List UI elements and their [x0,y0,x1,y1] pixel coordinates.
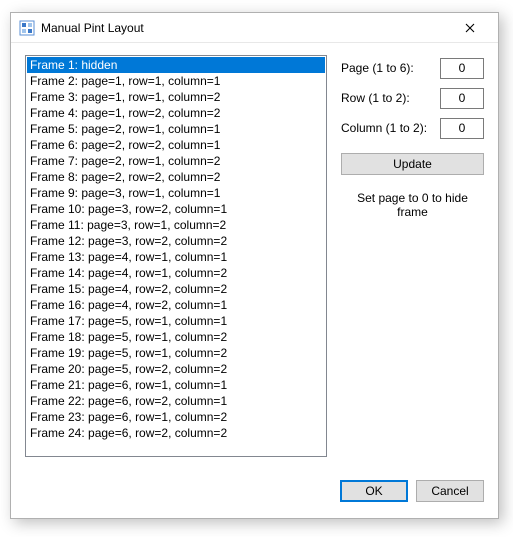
page-label: Page (1 to 6): [341,61,414,75]
titlebar: Manual Pint Layout [11,13,498,43]
list-item[interactable]: Frame 1: hidden [27,57,325,73]
list-item[interactable]: Frame 3: page=1, row=1, column=2 [27,89,325,105]
row-input[interactable] [440,88,484,109]
list-item[interactable]: Frame 8: page=2, row=2, column=2 [27,169,325,185]
list-item[interactable]: Frame 23: page=6, row=1, column=2 [27,409,325,425]
list-item[interactable]: Frame 4: page=1, row=2, column=2 [27,105,325,121]
side-panel: Page (1 to 6): Row (1 to 2): Column (1 t… [341,55,484,466]
list-item[interactable]: Frame 12: page=3, row=2, column=2 [27,233,325,249]
list-item[interactable]: Frame 6: page=2, row=2, column=1 [27,137,325,153]
window-title: Manual Pint Layout [41,21,450,35]
hint-text: Set page to 0 to hide frame [341,191,484,219]
list-item[interactable]: Frame 17: page=5, row=1, column=1 [27,313,325,329]
cancel-button[interactable]: Cancel [416,480,484,502]
update-button[interactable]: Update [341,153,484,175]
list-item[interactable]: Frame 2: page=1, row=1, column=1 [27,73,325,89]
list-item[interactable]: Frame 18: page=5, row=1, column=2 [27,329,325,345]
list-item[interactable]: Frame 24: page=6, row=2, column=2 [27,425,325,441]
list-item[interactable]: Frame 9: page=3, row=1, column=1 [27,185,325,201]
list-item[interactable]: Frame 21: page=6, row=1, column=1 [27,377,325,393]
list-item[interactable]: Frame 7: page=2, row=1, column=2 [27,153,325,169]
dialog-footer: OK Cancel [11,474,498,518]
column-input[interactable] [440,118,484,139]
list-item[interactable]: Frame 11: page=3, row=1, column=2 [27,217,325,233]
list-item[interactable]: Frame 13: page=4, row=1, column=1 [27,249,325,265]
page-input[interactable] [440,58,484,79]
list-item[interactable]: Frame 5: page=2, row=1, column=1 [27,121,325,137]
frame-listbox[interactable]: Frame 1: hiddenFrame 2: page=1, row=1, c… [25,55,327,457]
row-label: Row (1 to 2): [341,91,410,105]
list-item[interactable]: Frame 19: page=5, row=1, column=2 [27,345,325,361]
list-item[interactable]: Frame 14: page=4, row=1, column=2 [27,265,325,281]
dialog-window: Manual Pint Layout Frame 1: hiddenFrame … [10,12,499,519]
app-icon [19,20,35,36]
list-item[interactable]: Frame 22: page=6, row=2, column=1 [27,393,325,409]
list-item[interactable]: Frame 16: page=4, row=2, column=1 [27,297,325,313]
list-item[interactable]: Frame 10: page=3, row=2, column=1 [27,201,325,217]
column-label: Column (1 to 2): [341,121,427,135]
list-item[interactable]: Frame 20: page=5, row=2, column=2 [27,361,325,377]
close-button[interactable] [450,14,490,42]
list-item[interactable]: Frame 15: page=4, row=2, column=2 [27,281,325,297]
ok-button[interactable]: OK [340,480,408,502]
